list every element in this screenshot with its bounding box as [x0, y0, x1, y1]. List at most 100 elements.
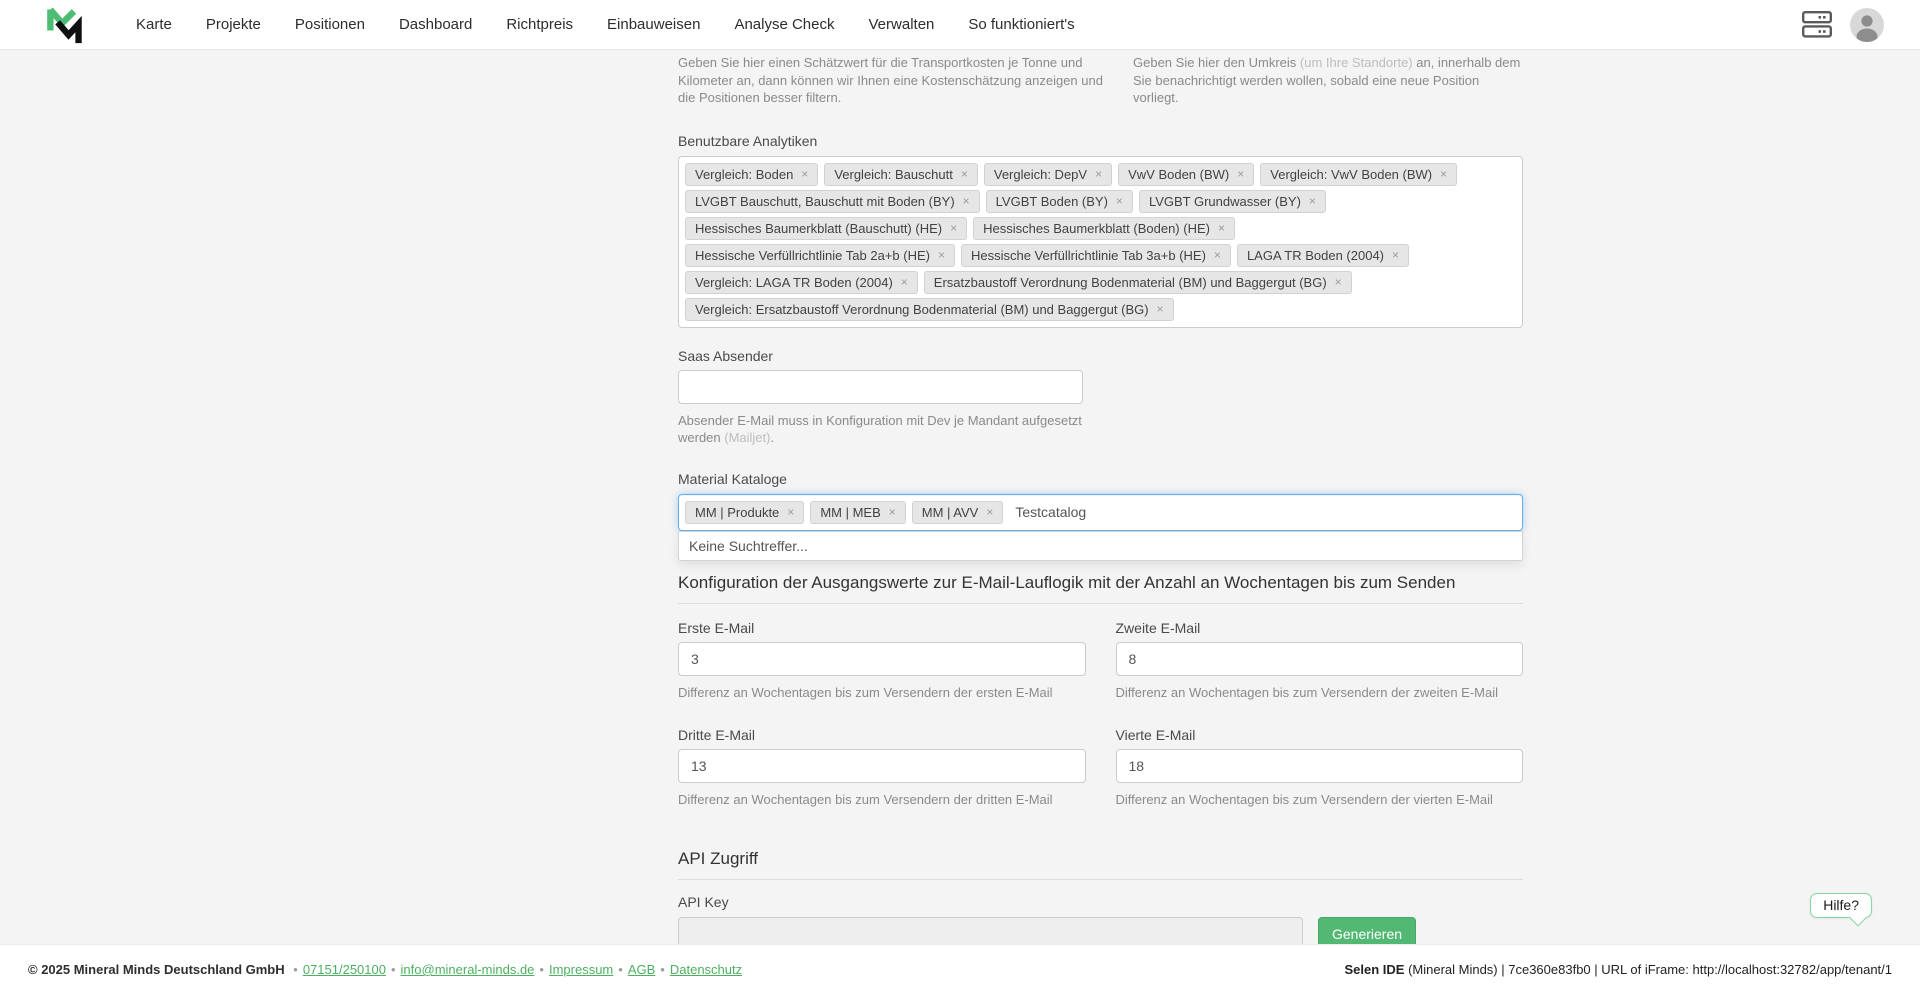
saas-help-muted: (Mailjet): [724, 430, 770, 445]
footer-link-info-mineral-minds-de[interactable]: info@mineral-minds.de: [401, 962, 535, 977]
nav-menu: Karte Projekte Positionen Dashboard Richtpre…: [136, 16, 1075, 33]
erste-e-mail-input[interactable]: [678, 642, 1086, 676]
email-field-label: Zweite E-Mail: [1116, 620, 1524, 636]
nav-item-so-funktioniert-s[interactable]: So funktioniert's: [968, 16, 1074, 33]
tag-remove-icon[interactable]: ×: [1214, 247, 1221, 264]
analytics-tag-label: LVGBT Boden (BY): [996, 193, 1108, 210]
tag-remove-icon[interactable]: ×: [1157, 301, 1164, 318]
no-results-item: Keine Suchtreffer...: [679, 532, 1522, 560]
analytics-tag: Hessische Verfüllrichtlinie Tab 2a+b (HE…: [685, 244, 955, 267]
analytics-tag-label: Vergleich: VwV Boden (BW): [1270, 166, 1432, 183]
email-field-help: Differenz an Wochentagen bis zum Versend…: [678, 684, 1086, 702]
tag-remove-icon[interactable]: ×: [1237, 166, 1244, 183]
tag-remove-icon[interactable]: ×: [1335, 274, 1342, 291]
nav-item-einbauweisen[interactable]: Einbauweisen: [607, 16, 700, 33]
analytics-tag-label: Vergleich: DepV: [994, 166, 1087, 183]
material-catalogs-label: Material Kataloge: [678, 471, 1523, 487]
email-field-help: Differenz an Wochentagen bis zum Versend…: [678, 791, 1086, 809]
help-bubble-button[interactable]: Hilfe?: [1810, 893, 1872, 918]
mineral-minds-logo-icon: [44, 5, 84, 45]
zweite-e-mail-input[interactable]: [1116, 642, 1524, 676]
app-logo[interactable]: [44, 5, 84, 45]
catalog-tag-label: MM | MEB: [820, 504, 880, 521]
generate-api-key-button[interactable]: Generieren: [1318, 917, 1416, 945]
saas-sender-input[interactable]: [678, 370, 1083, 404]
top-nav: Karte Projekte Positionen Dashboard Richtpre…: [0, 0, 1920, 50]
tag-remove-icon[interactable]: ×: [787, 504, 794, 521]
catalog-tag: MM | Produkte×: [685, 501, 804, 524]
iframe-status-text: Selen IDE (Mineral Minds) | 7ce360e83fb0…: [1344, 962, 1892, 977]
analytics-tag-label: LAGA TR Boden (2004): [1247, 247, 1384, 264]
api-access-divider: [678, 879, 1523, 880]
tag-remove-icon[interactable]: ×: [1392, 247, 1399, 264]
nav-item-positionen[interactable]: Positionen: [295, 16, 365, 33]
tag-remove-icon[interactable]: ×: [963, 193, 970, 210]
tag-remove-icon[interactable]: ×: [961, 166, 968, 183]
analytics-tag-label: Vergleich: Bauschutt: [834, 166, 953, 183]
nav-item-projekte[interactable]: Projekte: [206, 16, 261, 33]
nav-item-dashboard[interactable]: Dashboard: [399, 16, 472, 33]
analytics-tag: Hessisches Baumerkblatt (Boden) (HE) ×: [973, 217, 1235, 240]
analytics-tag-label: Hessisches Baumerkblatt (Boden) (HE): [983, 220, 1210, 237]
analytics-tag-label: Hessische Verfüllrichtlinie Tab 3a+b (HE…: [971, 247, 1206, 264]
tag-remove-icon[interactable]: ×: [1309, 193, 1316, 210]
tag-remove-icon[interactable]: ×: [889, 504, 896, 521]
tag-remove-icon[interactable]: ×: [950, 220, 957, 237]
analytics-tag: LVGBT Boden (BY) ×: [986, 190, 1133, 213]
email-fields-grid: Erste E-MailDifferenz an Wochentagen bis…: [678, 620, 1523, 809]
tag-remove-icon[interactable]: ×: [1218, 220, 1225, 237]
nav-item-richtpreis[interactable]: Richtpreis: [506, 16, 573, 33]
analytics-multiselect[interactable]: Vergleich: Boden×Vergleich: Bauschutt×Ve…: [678, 156, 1523, 328]
email-field-zweite-e-mail: Zweite E-Mail Differenz an Wochentagen bi…: [1116, 620, 1524, 702]
footer: © 2025 Mineral Minds Deutschland GmbH • 0…: [0, 944, 1920, 994]
email-field-vierte-e-mail: Vierte E-MailDifferenz an Wochentagen bi…: [1116, 727, 1524, 809]
server-rack-icon[interactable]: [1802, 11, 1832, 38]
vierte-e-mail-input[interactable]: [1116, 749, 1524, 783]
tag-remove-icon[interactable]: ×: [1440, 166, 1447, 183]
nav-item-analyse-check[interactable]: Analyse Check: [734, 16, 834, 33]
tag-remove-icon[interactable]: ×: [938, 247, 945, 264]
copyright-text: © 2025 Mineral Minds Deutschland GmbH: [28, 962, 285, 977]
saas-sender-help: Absender E-Mail muss in Konfiguration mi…: [678, 412, 1103, 447]
nav-item-verwalten[interactable]: Verwalten: [869, 16, 935, 33]
catalog-tag: MM | AVV×: [912, 501, 1004, 524]
analytics-tag: Vergleich: Boden ×: [685, 163, 818, 186]
tag-remove-icon[interactable]: ×: [801, 166, 808, 183]
analytics-tag: VwV Boden (BW) ×: [1118, 163, 1254, 186]
email-field-erste-e-mail: Erste E-MailDifferenz an Wochentagen bis…: [678, 620, 1086, 702]
transport-cost-help-text: Geben Sie hier einen Schätzwert für die …: [678, 54, 1103, 107]
footer-link-datenschutz[interactable]: Datenschutz: [670, 962, 742, 977]
user-avatar[interactable]: [1850, 8, 1884, 42]
tag-remove-icon[interactable]: ×: [986, 504, 993, 521]
api-access-heading: API Zugriff: [678, 849, 1523, 869]
ide-name: Selen IDE: [1344, 962, 1404, 977]
email-field-help: Differenz an Wochentagen bis zum Versend…: [1116, 684, 1524, 702]
catalog-search-text: Testcatalog: [1015, 502, 1086, 523]
analytics-tag: Vergleich: LAGA TR Boden (2004)×: [685, 271, 918, 294]
footer-link-impressum[interactable]: Impressum: [549, 962, 613, 977]
analytics-tag-label: Hessisches Baumerkblatt (Bauschutt) (HE): [695, 220, 942, 237]
analytics-tag-label: Hessische Verfüllrichtlinie Tab 2a+b (HE…: [695, 247, 930, 264]
analytics-tag-label: VwV Boden (BW): [1128, 166, 1229, 183]
analytics-tag-label: Vergleich: Boden: [695, 166, 793, 183]
nav-right: [1802, 8, 1884, 42]
footer-link-agb[interactable]: AGB: [628, 962, 655, 977]
tag-remove-icon[interactable]: ×: [1116, 193, 1123, 210]
analytics-tag: Hessische Verfüllrichtlinie Tab 3a+b (HE…: [961, 244, 1231, 267]
radius-help-muted: (um Ihre Standorte): [1300, 55, 1413, 70]
analytics-tag: Hessisches Baumerkblatt (Bauschutt) (HE)…: [685, 217, 967, 240]
footer-link-07151-250100[interactable]: 07151/250100: [303, 962, 386, 977]
radius-help-text: Geben Sie hier den Umkreis (um Ihre Stan…: [1133, 54, 1523, 107]
tag-remove-icon[interactable]: ×: [901, 274, 908, 291]
api-key-row: Generieren: [678, 911, 1523, 945]
dritte-e-mail-input[interactable]: [678, 749, 1086, 783]
nav-item-karte[interactable]: Karte: [136, 16, 172, 33]
footer-separator: •: [539, 962, 544, 977]
analytics-tag: Ersatzbaustoff Verordnung Bodenmaterial …: [924, 271, 1352, 294]
analytics-tag: Vergleich: DepV ×: [984, 163, 1112, 186]
catalogs-dropdown: Keine Suchtreffer...: [678, 531, 1523, 561]
analytics-tag: LVGBT Bauschutt, Bauschutt mit Boden (BY…: [685, 190, 980, 213]
material-catalogs-multiselect[interactable]: MM | Produkte×MM | MEB×MM | AVV×Testcata…: [678, 494, 1523, 531]
tag-remove-icon[interactable]: ×: [1095, 166, 1102, 183]
catalog-tag: MM | MEB ×: [810, 501, 905, 524]
